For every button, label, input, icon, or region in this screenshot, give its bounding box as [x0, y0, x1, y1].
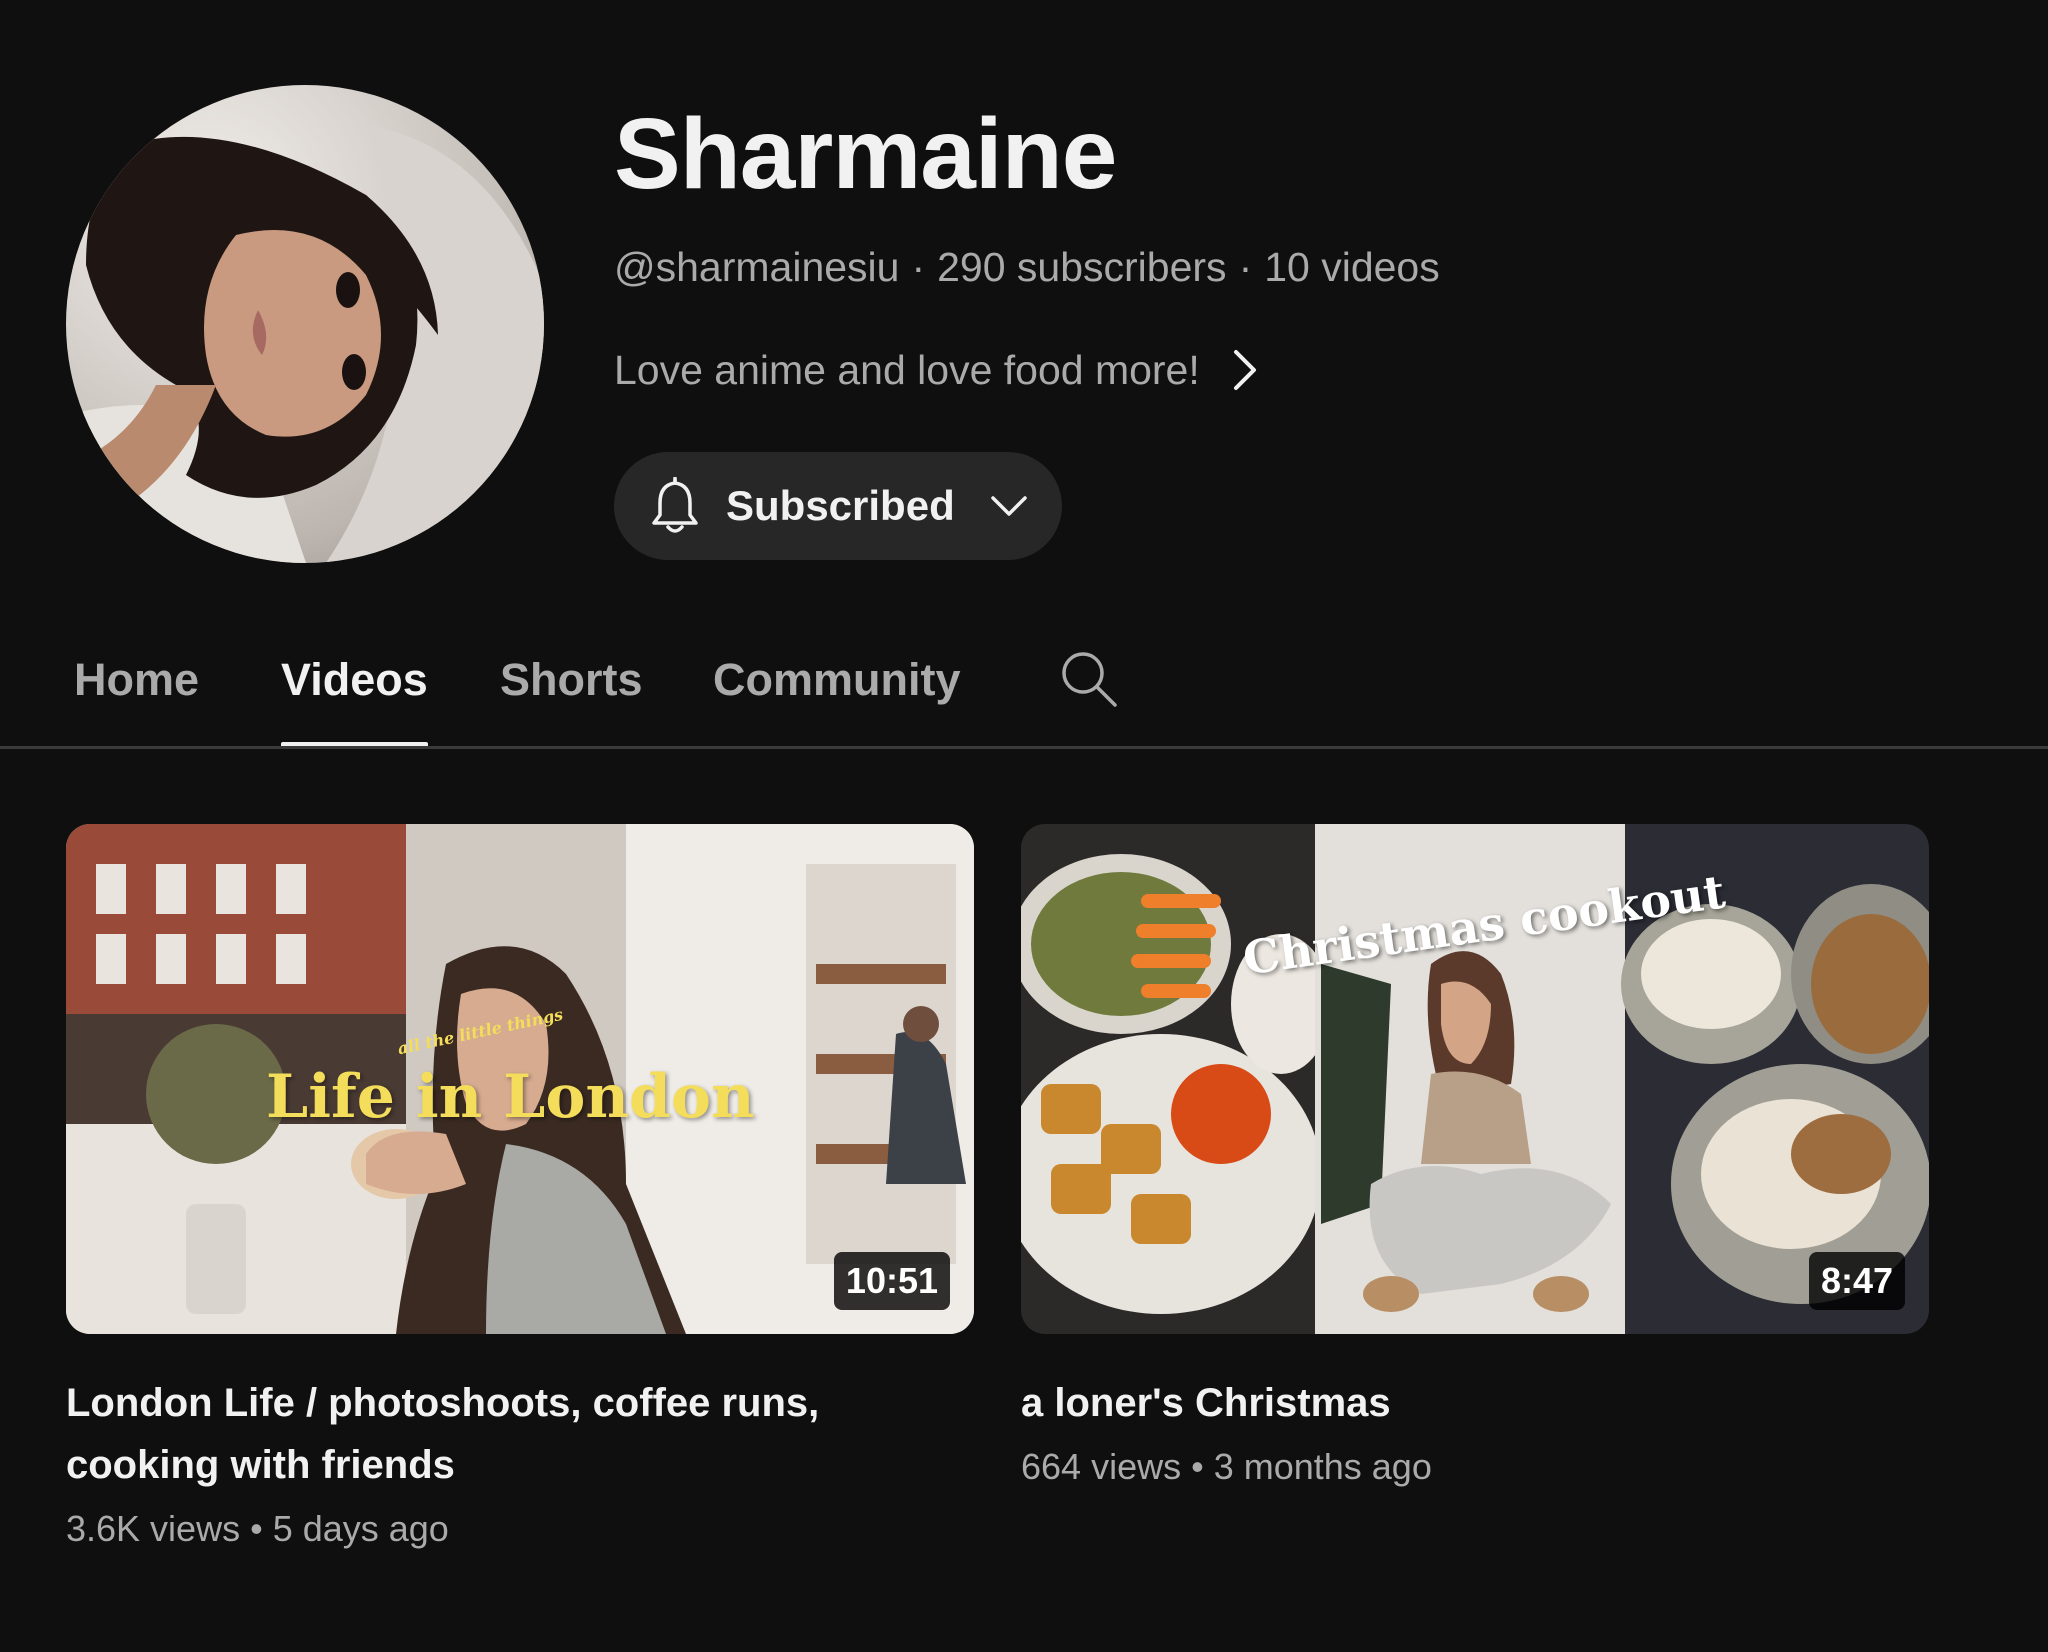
meta-dot: • — [250, 1508, 263, 1549]
channel-description: Love anime and love food more! — [614, 346, 1200, 393]
subscribed-button[interactable]: Subscribed — [614, 452, 1062, 560]
thumbnail-title: Life in London — [266, 1062, 755, 1132]
upload-age: 5 days ago — [272, 1508, 449, 1549]
meta-separator: · — [1238, 244, 1253, 290]
channel-name: Sharmaine — [614, 98, 1117, 210]
channel-meta: @sharmainesiu · 290 subscribers · 10 videos — [614, 244, 1440, 291]
video-duration: 8:47 — [1808, 1252, 1905, 1310]
channel-page: Sharmaine @sharmainesiu · 290 subscribers ·… — [0, 0, 2048, 1652]
upload-age: 3 months ago — [1213, 1446, 1432, 1487]
video-thumbnail[interactable]: Life in London all the little things 10:… — [66, 824, 974, 1334]
view-count: 3.6K views — [66, 1508, 241, 1549]
subscriber-count: 290 subscribers — [937, 244, 1227, 290]
video-title[interactable]: London Life / photoshoots, coffee runs, … — [66, 1372, 866, 1496]
tabs-divider — [0, 746, 2048, 749]
channel-description-link[interactable]: Love anime and love food more! — [614, 340, 1260, 400]
channel-handle: @sharmainesiu — [614, 244, 900, 290]
meta-separator: · — [911, 244, 926, 290]
tab-community[interactable]: Community — [713, 640, 961, 748]
video-meta: 664 views • 3 months ago — [1021, 1446, 1929, 1488]
chevron-right-icon — [1233, 350, 1256, 390]
avatar-photo — [66, 125, 544, 563]
video-meta: 3.6K views • 5 days ago — [66, 1508, 974, 1550]
meta-dot: • — [1191, 1446, 1204, 1487]
tab-home[interactable]: Home — [74, 640, 199, 748]
subscribed-label: Subscribed — [726, 482, 955, 529]
channel-avatar[interactable] — [66, 85, 544, 563]
search-icon — [1062, 652, 1117, 707]
video-count: 10 videos — [1264, 244, 1440, 290]
video-duration: 10:51 — [833, 1252, 950, 1310]
channel-tabs: Home Videos Shorts Community — [0, 640, 2048, 748]
channel-search-button[interactable] — [1058, 648, 1120, 715]
video-title[interactable]: a loner's Christmas — [1021, 1372, 1821, 1434]
video-thumbnail[interactable]: Christmas cookout 8:47 — [1021, 824, 1929, 1334]
bell-icon — [652, 477, 698, 533]
view-count: 664 views — [1021, 1446, 1182, 1487]
chevron-down-icon — [990, 496, 1027, 516]
video-card[interactable]: Christmas cookout 8:47 a loner's Christm… — [1021, 824, 1929, 1488]
tab-videos[interactable]: Videos — [281, 640, 428, 748]
video-card[interactable]: Life in London all the little things 10:… — [66, 824, 974, 1550]
tab-shorts[interactable]: Shorts — [500, 640, 643, 748]
